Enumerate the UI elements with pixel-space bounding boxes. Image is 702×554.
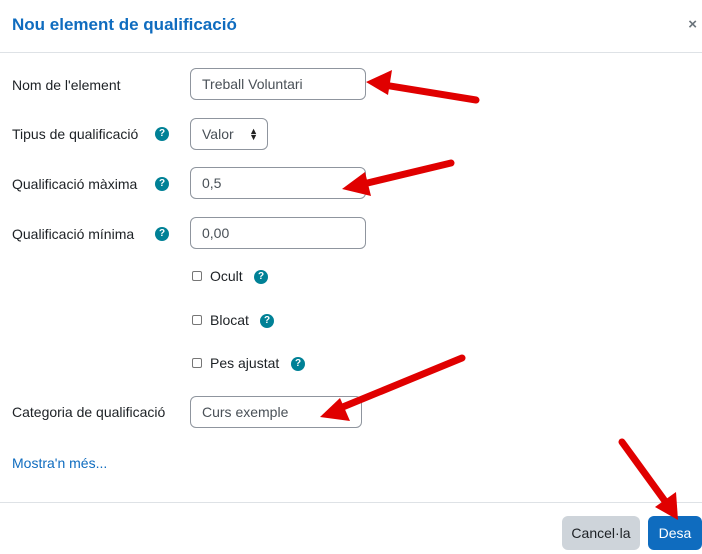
close-icon[interactable]: × [688, 16, 697, 33]
grade-type-label: Tipus de qualificació [12, 126, 139, 142]
cancel-button[interactable]: Cancel·la [562, 516, 640, 550]
max-grade-help-icon[interactable]: ? [155, 177, 169, 191]
min-grade-label: Qualificació mínima [12, 226, 135, 242]
grade-type-value: Valor [202, 126, 234, 142]
category-field[interactable]: Curs exemple [190, 396, 362, 428]
name-label: Nom de l'element [12, 77, 121, 93]
locked-checkbox[interactable] [192, 315, 202, 325]
min-grade-input[interactable]: 0,00 [190, 217, 366, 249]
hidden-help-icon[interactable]: ? [254, 270, 268, 284]
select-arrows-icon: ▲ ▼ [249, 126, 258, 142]
name-input[interactable]: Treball Voluntari [190, 68, 366, 100]
save-button[interactable]: Desa [648, 516, 702, 550]
arrowhead-name [366, 70, 392, 95]
max-grade-label: Qualificació màxima [12, 176, 138, 192]
arrow-to-save [618, 438, 674, 512]
weight-adjusted-checkbox[interactable] [192, 358, 202, 368]
category-label: Categoria de qualificació [12, 404, 166, 420]
arrow-to-name [374, 80, 480, 104]
locked-help-icon[interactable]: ? [260, 314, 274, 328]
dialog-title: Nou element de qualificació [12, 15, 237, 34]
hidden-label: Ocult [210, 268, 243, 284]
grade-type-help-icon[interactable]: ? [155, 127, 169, 141]
dialog-header: Nou element de qualificació × [0, 0, 702, 53]
max-grade-input[interactable]: 0,5 [190, 167, 366, 199]
grade-type-select[interactable]: Valor ▲ ▼ [190, 118, 268, 150]
weight-adjusted-help-icon[interactable]: ? [291, 357, 305, 371]
hidden-checkbox[interactable] [192, 271, 202, 281]
locked-label: Blocat [210, 312, 249, 328]
arrow-to-max-grade [351, 159, 455, 190]
min-grade-help-icon[interactable]: ? [155, 227, 169, 241]
show-more-link[interactable]: Mostra'n més... [12, 455, 107, 471]
weight-adjusted-label: Pes ajustat [210, 355, 280, 371]
